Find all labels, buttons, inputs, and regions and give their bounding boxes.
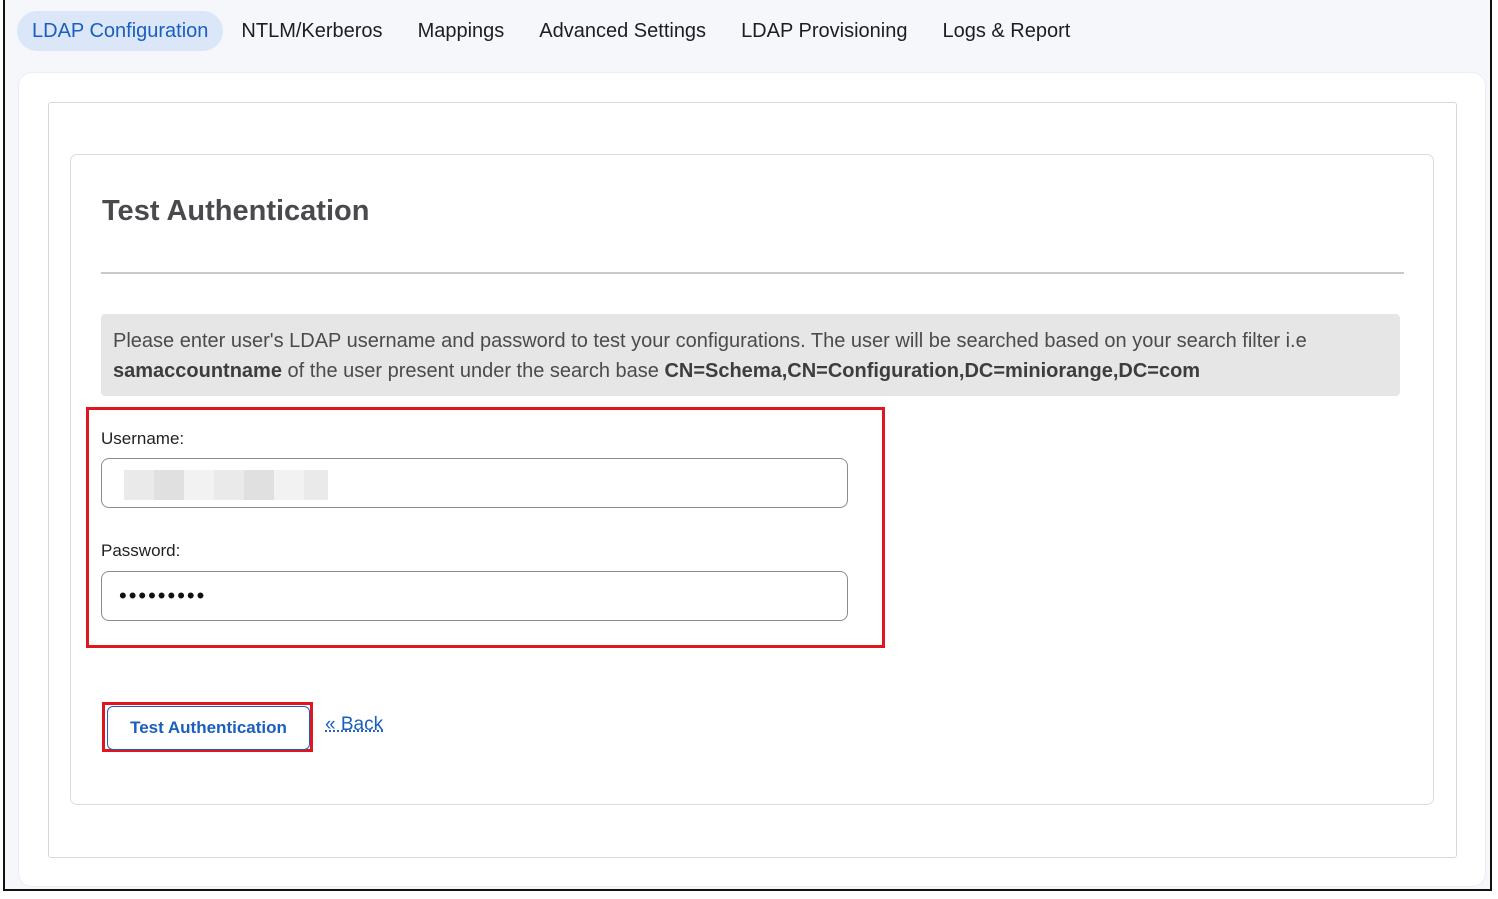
info-message: Please enter user's LDAP username and pa…	[101, 314, 1400, 396]
username-label: Username:	[101, 429, 185, 448]
page-title: Test Authentication	[102, 195, 370, 227]
tab-ldap-configuration[interactable]: LDAP Configuration	[17, 11, 224, 51]
test-authentication-card: Test Authentication Please enter user's …	[70, 154, 1434, 805]
info-bold-search-base: CN=Schema,CN=Configuration,DC=miniorange…	[664, 360, 1201, 382]
password-dots: •••••••••	[119, 583, 207, 608]
redacted-username	[124, 470, 328, 500]
info-text-1: Please enter user's LDAP username and pa…	[113, 330, 1307, 352]
content-panel: Test Authentication Please enter user's …	[18, 72, 1486, 887]
title-divider	[101, 272, 1404, 274]
info-text-2: of the user present under the search bas…	[281, 360, 665, 382]
tab-logs-report[interactable]: Logs & Report	[925, 11, 1087, 51]
bottom-strip	[0, 891, 1498, 899]
password-field[interactable]: •••••••••	[101, 571, 848, 621]
tab-ntlm-kerberos[interactable]: NTLM/Kerberos	[224, 11, 399, 51]
password-label: Password:	[101, 541, 181, 560]
credentials-highlight-box: Username: Password: •••••••••	[86, 407, 885, 648]
app-frame: LDAP Configuration NTLM/Kerberos Mapping…	[3, 0, 1492, 891]
test-button-highlight: Test Authentication	[102, 702, 313, 752]
back-link[interactable]: « Back	[325, 714, 383, 736]
username-field[interactable]	[101, 458, 848, 508]
test-authentication-button[interactable]: Test Authentication	[107, 706, 310, 750]
tab-ldap-provisioning[interactable]: LDAP Provisioning	[724, 11, 924, 51]
info-bold-filter: samaccountname	[113, 360, 282, 382]
tab-advanced-settings[interactable]: Advanced Settings	[522, 11, 723, 51]
tab-bar: LDAP Configuration NTLM/Kerberos Mapping…	[17, 11, 1088, 51]
outer-container: Test Authentication Please enter user's …	[48, 102, 1457, 858]
tab-mappings[interactable]: Mappings	[401, 11, 522, 51]
